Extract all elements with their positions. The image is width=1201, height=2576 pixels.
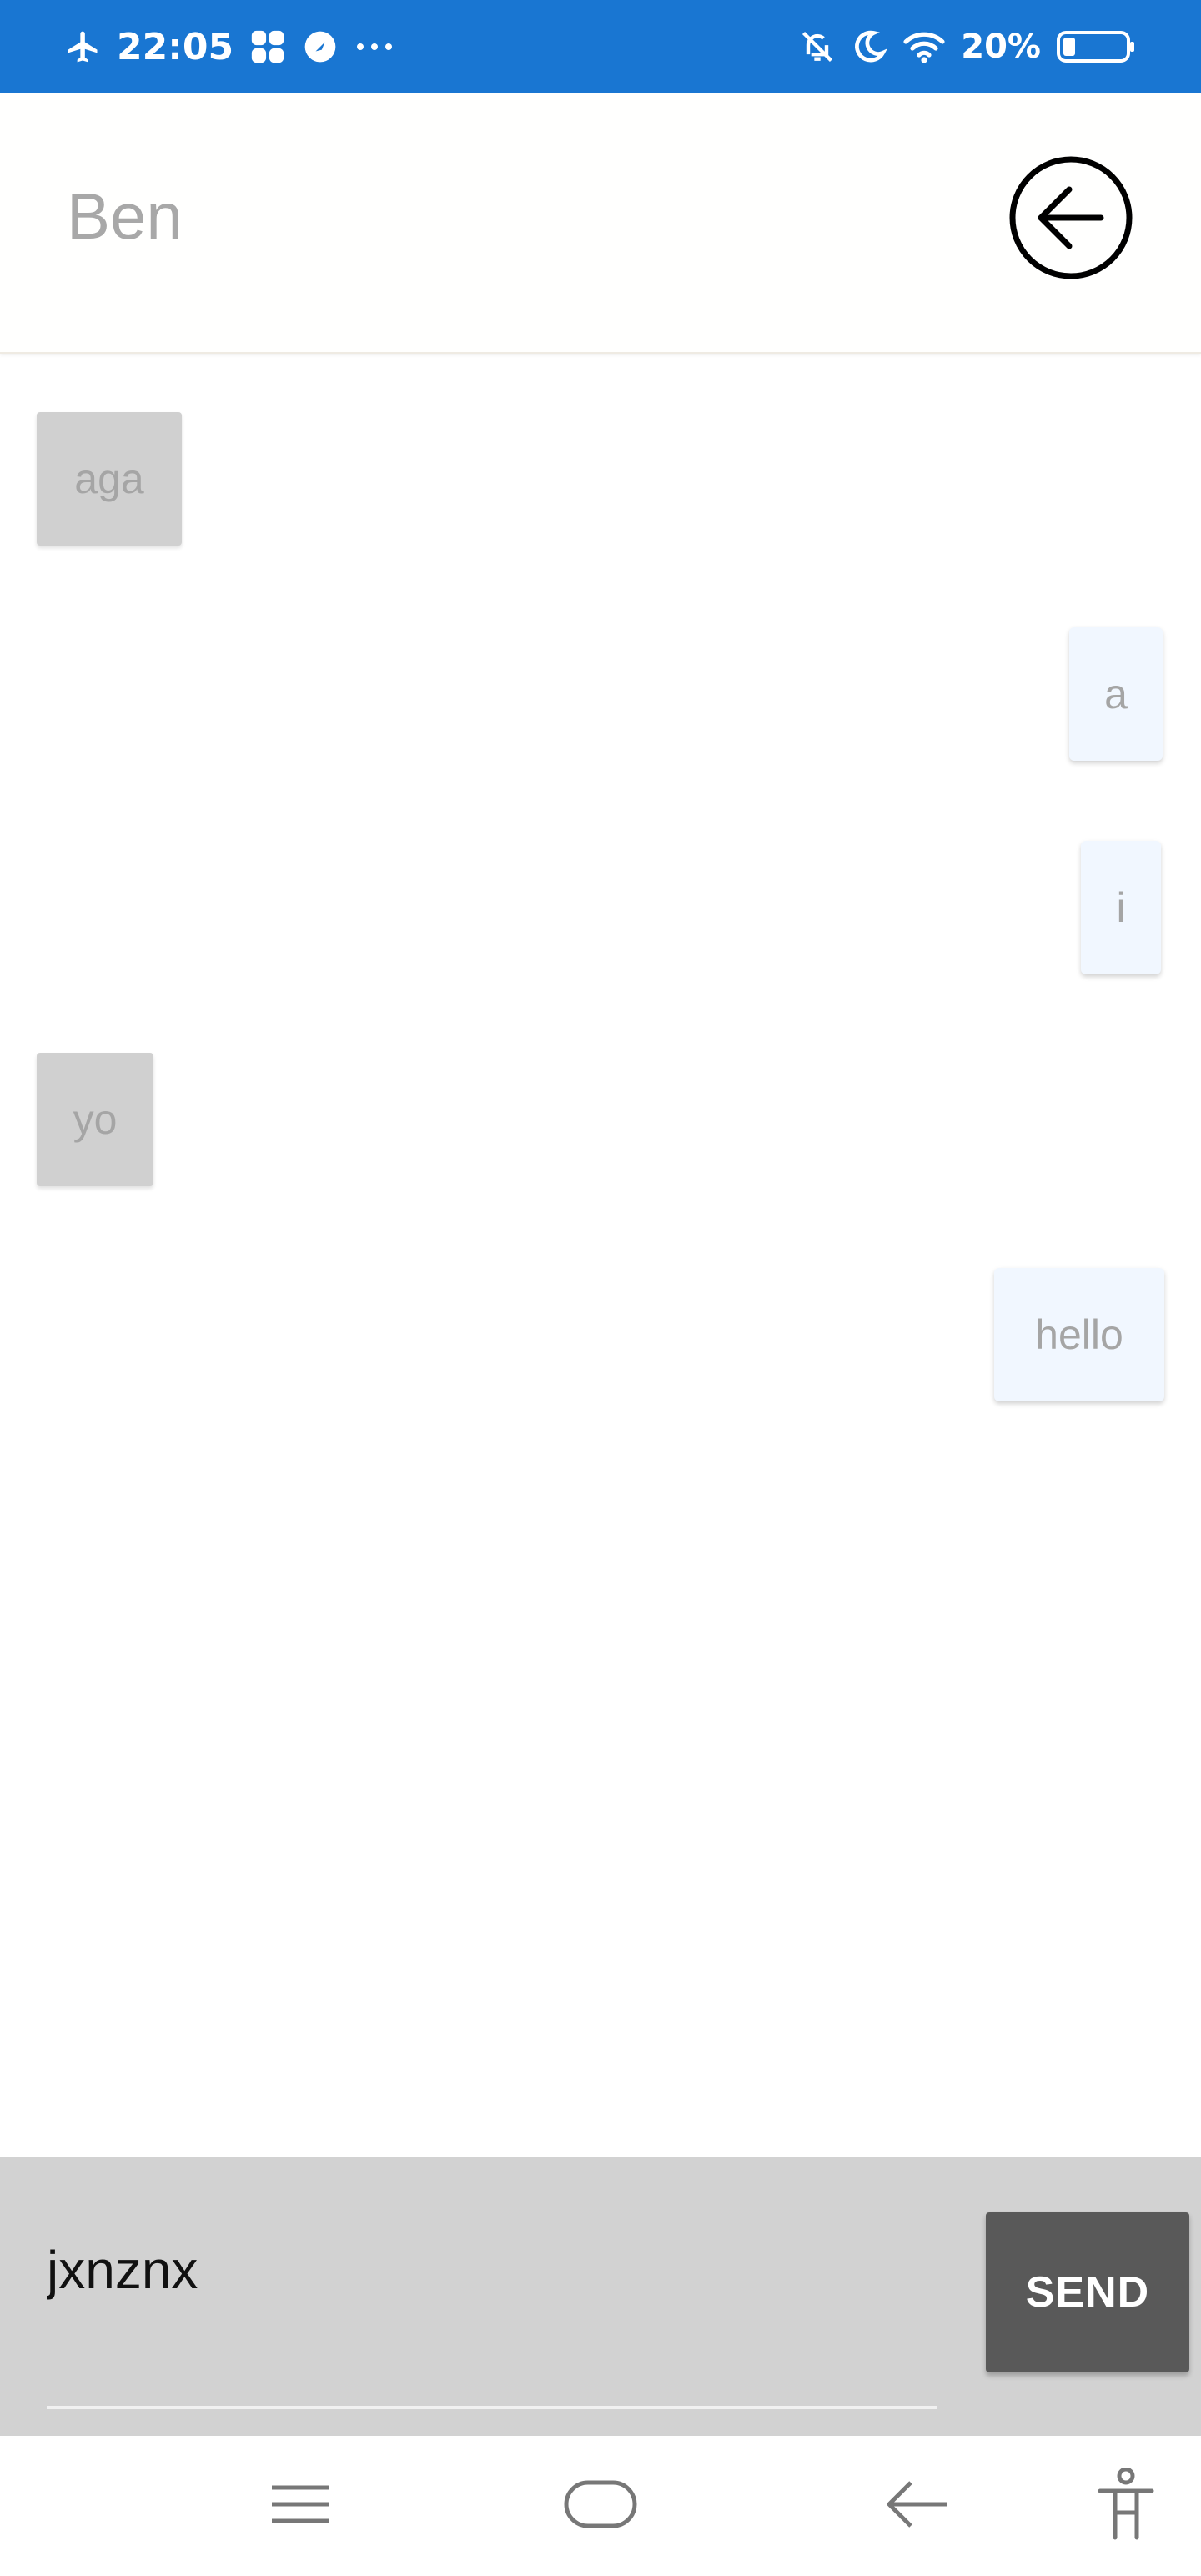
- message-text: aga: [74, 455, 144, 502]
- message-text: hello: [1035, 1311, 1123, 1358]
- app-notification-icon: [249, 28, 287, 66]
- input-underline: [47, 2406, 937, 2409]
- wifi-icon: [902, 28, 946, 65]
- send-button[interactable]: SEND: [986, 2212, 1189, 2372]
- status-time: 22:05: [117, 25, 234, 68]
- contact-name: Ben: [67, 179, 183, 253]
- message-bubble-outgoing: hello: [994, 1268, 1164, 1401]
- status-bar-left: 22:05: [65, 26, 395, 68]
- battery-icon: [1056, 28, 1136, 65]
- moon-icon: [851, 28, 888, 65]
- message-composer: SEND: [0, 2157, 1201, 2436]
- system-nav-bar: [0, 2436, 1201, 2576]
- status-bar: 22:05 20%: [0, 0, 1201, 93]
- message-bubble-outgoing: a: [1069, 627, 1163, 761]
- pinwheel-icon: [302, 28, 339, 65]
- home-icon: [563, 2478, 638, 2535]
- battery-percentage: 20%: [961, 28, 1041, 66]
- arrow-left-circle-icon: [1008, 154, 1134, 285]
- accessibility-icon: [1097, 2467, 1155, 2545]
- menu-icon: [269, 2481, 332, 2532]
- message-input[interactable]: [47, 2224, 939, 2316]
- status-bar-right: 20%: [799, 28, 1136, 66]
- chat-header: Ben: [0, 93, 1201, 354]
- message-bubble-incoming: yo: [37, 1053, 153, 1186]
- nav-home-button[interactable]: [530, 2436, 671, 2576]
- message-text: a: [1104, 671, 1128, 717]
- back-button[interactable]: [1008, 156, 1134, 283]
- nav-accessibility-button[interactable]: [1056, 2436, 1196, 2576]
- message-text: i: [1116, 884, 1126, 931]
- bell-off-icon: [799, 28, 836, 65]
- nav-back-button[interactable]: [847, 2436, 987, 2576]
- message-text: yo: [73, 1096, 118, 1143]
- more-dots-icon: [354, 38, 395, 55]
- message-bubble-outgoing: i: [1081, 841, 1161, 974]
- message-bubble-incoming: aga: [37, 412, 182, 546]
- nav-menu-button[interactable]: [230, 2436, 370, 2576]
- back-arrow-icon: [884, 2479, 951, 2533]
- airplane-mode-icon: [65, 28, 102, 65]
